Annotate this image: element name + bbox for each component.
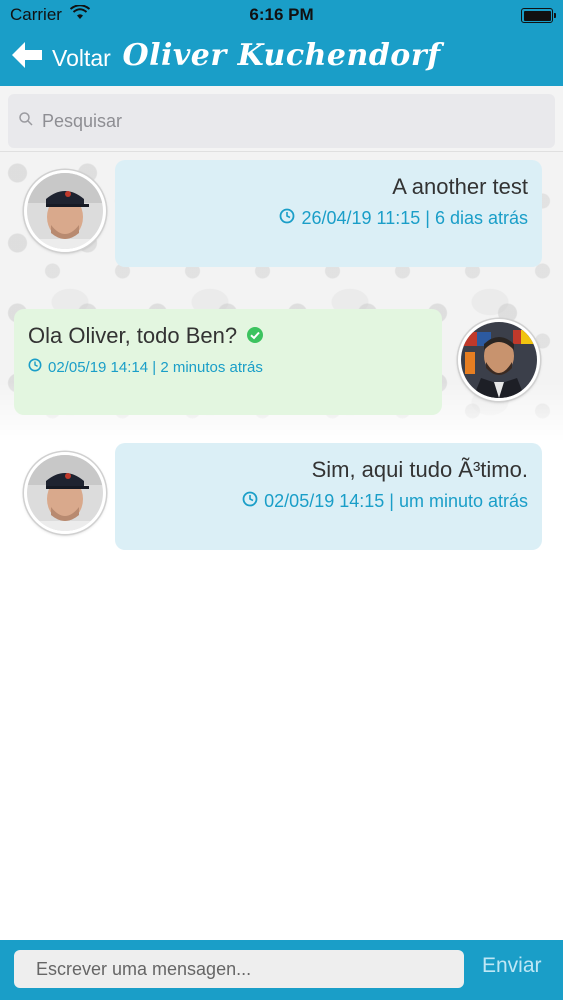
page-title: Oliver Kuchendorf [122,38,441,73]
message-timestamp: 26/04/19 11:15 | 6 dias atrás [301,208,528,228]
message-meta: 26/04/19 11:15 | 6 dias atrás [279,208,528,229]
check-circle-icon [246,324,264,350]
search-field[interactable] [8,94,555,148]
message-text: A another test [392,174,528,199]
message-text: Sim, aqui tudo Ã³timo. [311,457,528,482]
nav-bar: Voltar Oliver Kuchendorf [0,30,563,86]
user-avatar[interactable] [458,319,540,401]
contact-avatar[interactable] [24,452,106,534]
clock-icon [242,491,258,512]
message-bubble[interactable]: Ola Oliver, todo Ben? 02/05/19 14:14 | 2… [14,309,442,415]
search-input[interactable] [42,110,522,132]
message-meta: 02/05/19 14:15 | um minuto atrás [242,491,528,512]
header: Carrier 6:16 PM Voltar Oliver Kuchendorf [0,0,563,86]
search-bar [0,86,563,152]
chat-area[interactable]: A another test 26/04/19 11:15 | 6 dias a… [0,152,563,940]
message-bubble[interactable]: Sim, aqui tudo Ã³timo. 02/05/19 14:15 | … [115,443,542,550]
message-timestamp: 02/05/19 14:15 | um minuto atrás [264,491,528,511]
message-bubble[interactable]: A another test 26/04/19 11:15 | 6 dias a… [115,160,542,267]
message-text-content: Ola Oliver, todo Ben? [28,323,238,348]
status-time: 6:16 PM [249,5,314,24]
message-input[interactable] [14,950,464,988]
search-icon [18,111,34,131]
message-timestamp: 02/05/19 14:14 | 2 minutos atrás [48,358,263,376]
message-meta: 02/05/19 14:14 | 2 minutos atrás [28,358,263,376]
battery-icon [521,8,556,23]
message-text: Ola Oliver, todo Ben? [28,323,428,350]
status-bar: Carrier 6:16 PM [0,0,563,30]
message-composer: Enviar [0,940,563,1000]
contact-avatar[interactable] [24,170,106,252]
clock-icon [28,358,42,376]
clock-icon [279,208,295,229]
send-button[interactable]: Enviar [482,954,542,978]
